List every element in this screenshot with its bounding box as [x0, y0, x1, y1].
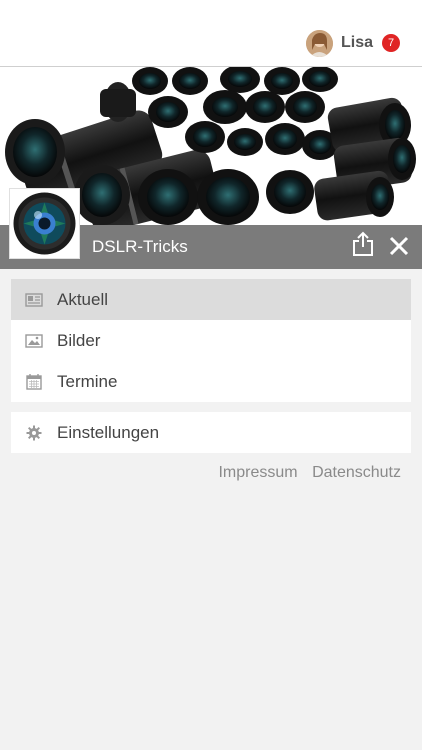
- share-icon[interactable]: [352, 231, 374, 262]
- image-icon: [25, 332, 43, 350]
- menu-item-termine[interactable]: Termine: [11, 361, 411, 402]
- news-icon: [25, 291, 43, 309]
- gear-icon: [25, 424, 43, 442]
- menu-item-label: Termine: [57, 371, 118, 391]
- channel-logo: [10, 189, 79, 258]
- user-profile[interactable]: Lisa 7: [305, 29, 400, 57]
- channel-title: DSLR-Tricks: [92, 237, 188, 256]
- settings-menu: Einstellungen: [11, 412, 411, 453]
- menu-item-label: Aktuell: [57, 289, 109, 309]
- menu-item-label: Bilder: [57, 330, 101, 350]
- calendar-icon: [25, 373, 43, 391]
- close-icon[interactable]: [389, 236, 409, 261]
- menu-item-aktuell[interactable]: Aktuell: [11, 279, 411, 320]
- privacy-link[interactable]: Datenschutz: [312, 464, 401, 481]
- menu-item-einstellungen[interactable]: Einstellungen: [11, 412, 411, 453]
- menu-item-bilder[interactable]: Bilder: [11, 320, 411, 361]
- top-bar: Lisa 7: [0, 0, 422, 67]
- imprint-link[interactable]: Impressum: [218, 464, 297, 481]
- main-menu: Aktuell Bilder Termine: [11, 279, 411, 402]
- footer-links: Impressum Datenschutz: [208, 464, 401, 482]
- user-name: Lisa: [340, 34, 373, 51]
- menu-item-label: Einstellungen: [57, 422, 160, 442]
- notification-badge[interactable]: 7: [382, 34, 400, 52]
- user-avatar[interactable]: [305, 29, 333, 57]
